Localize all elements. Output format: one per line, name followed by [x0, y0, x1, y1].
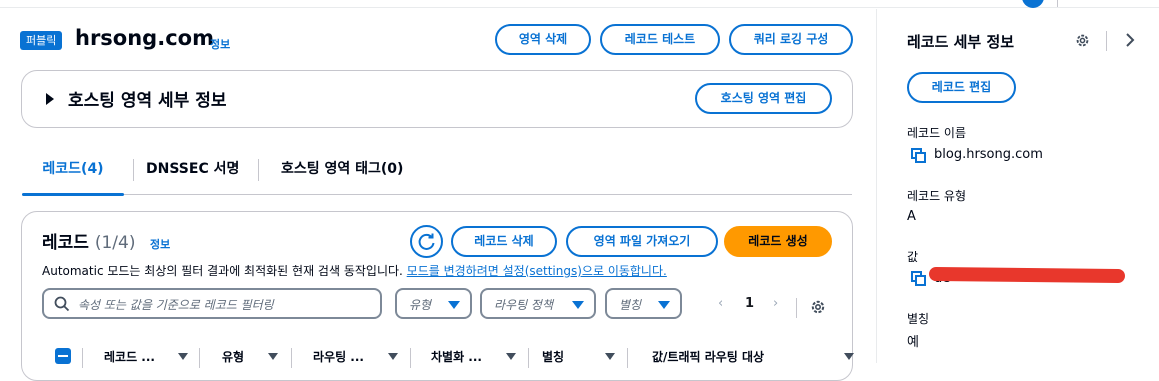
- routing-filter-select[interactable]: 라우팅 정책: [480, 288, 596, 319]
- hosted-zone-details-panel: 호스팅 영역 세부 정보 호스팅 영역 편집: [21, 70, 853, 128]
- main-content: 퍼블릭 hrsong.com 정보 영역 삭제 레코드 테스트 쿼리 로깅 구성…: [0, 9, 876, 381]
- settings-gear-icon[interactable]: [1074, 32, 1091, 49]
- expand-caret-icon[interactable]: [46, 93, 54, 105]
- create-record-button[interactable]: 레코드 생성: [724, 226, 832, 257]
- nav-divider: [1057, 0, 1058, 7]
- sort-icon[interactable]: [844, 353, 854, 360]
- record-type-label: 레코드 유형: [907, 189, 967, 203]
- copy-icon[interactable]: [911, 271, 926, 286]
- delete-record-button[interactable]: 레코드 삭제: [451, 226, 557, 257]
- records-search-input[interactable]: 속성 또는 값을 기준으로 레코드 필터링: [42, 288, 382, 319]
- search-placeholder: 속성 또는 값을 기준으로 레코드 필터링: [78, 298, 274, 312]
- page-title: hrsong.com: [75, 26, 214, 50]
- import-zone-file-button[interactable]: 영역 파일 가져오기: [566, 226, 718, 257]
- type-filter-label: 유형: [409, 298, 432, 312]
- column-header-alias[interactable]: 별칭: [542, 348, 564, 365]
- column-separator: [410, 348, 411, 368]
- sort-icon[interactable]: [388, 353, 398, 360]
- records-description: Automatic 모드는 최상의 필터 결과에 최적화된 현재 검색 동작입니…: [42, 262, 667, 279]
- records-title-text: 레코드: [42, 233, 89, 253]
- tab-separator: [133, 159, 134, 181]
- sort-icon[interactable]: [506, 353, 516, 360]
- tab-bar: 레코드(4) DNSSEC 서명 호스팅 영역 태그(0): [22, 155, 852, 196]
- column-header-routing[interactable]: 라우팅 ...: [313, 348, 364, 365]
- close-panel-chevron-icon[interactable]: [1124, 33, 1136, 47]
- tab-tags[interactable]: 호스팅 영역 태그(0): [281, 155, 403, 195]
- column-separator: [291, 348, 292, 368]
- hosted-zone-details-title[interactable]: 호스팅 영역 세부 정보: [68, 86, 227, 111]
- previous-page-icon[interactable]: ‹: [718, 296, 723, 311]
- search-icon: [54, 296, 70, 312]
- type-filter-select[interactable]: 유형: [395, 288, 472, 319]
- records-count: (1/4): [94, 233, 136, 253]
- refresh-button[interactable]: [410, 225, 443, 258]
- edit-record-button[interactable]: 레코드 편집: [907, 72, 1016, 103]
- account-avatar[interactable]: [1022, 0, 1044, 8]
- copy-icon[interactable]: [911, 148, 926, 163]
- column-header-type[interactable]: 유형: [222, 348, 244, 365]
- tab-separator: [258, 159, 259, 181]
- column-header-record-name[interactable]: 레코드 ...: [104, 348, 155, 365]
- page-number[interactable]: 1: [745, 296, 754, 311]
- caret-down-icon: [448, 301, 460, 309]
- visibility-badge: 퍼블릭: [20, 31, 63, 50]
- sort-icon[interactable]: [268, 353, 278, 360]
- column-separator: [627, 348, 628, 368]
- records-description-text: Automatic 모드는 최상의 필터 결과에 최적화된 현재 검색 동작입니…: [42, 264, 403, 278]
- alias-label: 별칭: [907, 312, 930, 326]
- record-name-value: blog.hrsong.com: [934, 147, 1043, 162]
- delete-zone-button[interactable]: 영역 삭제: [495, 24, 591, 55]
- column-separator: [82, 348, 83, 368]
- column-header-value[interactable]: 값/트래픽 라우팅 대상: [652, 348, 764, 365]
- records-panel: 레코드 (1/4) 정보 레코드 삭제 영역 파일 가져오기 레코드 생성 Au…: [21, 211, 854, 381]
- tab-records[interactable]: 레코드(4): [22, 155, 124, 196]
- record-value-label: 값: [907, 250, 919, 264]
- edit-hosted-zone-button[interactable]: 호스팅 영역 편집: [695, 83, 832, 114]
- record-details-title: 레코드 세부 정보: [907, 33, 1015, 51]
- caret-down-icon: [572, 301, 584, 309]
- header-separator: [1106, 31, 1107, 51]
- record-name-label: 레코드 이름: [907, 126, 967, 140]
- caret-down-icon: [658, 301, 670, 309]
- alias-filter-select[interactable]: 별칭: [605, 288, 682, 319]
- redaction-mark: [928, 266, 1126, 284]
- record-type-value: A: [907, 209, 916, 224]
- tab-dnssec[interactable]: DNSSEC 서명: [146, 155, 239, 195]
- query-logging-button[interactable]: 쿼리 로깅 구성: [729, 24, 853, 55]
- column-separator: [199, 348, 200, 368]
- records-title: 레코드 (1/4): [42, 228, 135, 253]
- column-header-differentiator[interactable]: 차별화 ...: [431, 348, 482, 365]
- top-navigation: [0, 0, 1159, 8]
- settings-link[interactable]: 모드를 변경하려면 설정(settings)으로 이동합니다.: [407, 264, 667, 278]
- settings-gear-icon[interactable]: [809, 298, 827, 316]
- sort-icon[interactable]: [178, 353, 188, 360]
- refresh-icon: [418, 233, 435, 250]
- alias-value: 예: [907, 335, 919, 350]
- test-record-button[interactable]: 레코드 테스트: [600, 24, 720, 55]
- records-info-link[interactable]: 정보: [150, 236, 170, 252]
- select-all-checkbox[interactable]: [55, 348, 71, 364]
- next-page-icon[interactable]: ›: [773, 296, 778, 311]
- routing-filter-label: 라우팅 정책: [494, 298, 554, 312]
- pager-separator: [796, 298, 797, 318]
- alias-filter-label: 별칭: [619, 298, 642, 312]
- record-details-panel: 레코드 세부 정보 레코드 편집 레코드 이름 blog.hrsong.com …: [876, 9, 1159, 363]
- sort-icon[interactable]: [605, 353, 615, 360]
- column-separator: [528, 348, 529, 368]
- page-info-link[interactable]: 정보: [210, 36, 230, 52]
